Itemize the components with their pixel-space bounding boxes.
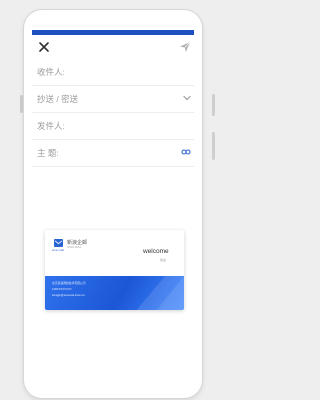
signature-card: 新浪企邮 SINA MAIL sina mail welcome 欢迎 北京新浪… — [45, 230, 184, 310]
card-info-band: 北京新浪网络技术有限公司 138XXXXXXXX kangjie@sinamai… — [45, 276, 184, 310]
phone-frame: 收件人: 抄送 / 密送 发件人: 主 题: 新浪企邮 SINA MAIL si… — [24, 10, 202, 398]
card-email: kangjie@sinamail.sina.net — [52, 293, 85, 297]
mail-logo-icon — [54, 239, 63, 247]
compose-screen: 收件人: 抄送 / 密送 发件人: 主 题: 新浪企邮 SINA MAIL si… — [32, 30, 194, 390]
card-company: 北京新浪网络技术有限公司 — [52, 281, 86, 285]
cc-bcc-label: 抄送 / 密送 — [37, 94, 79, 104]
card-phone: 138XXXXXXXX — [52, 287, 72, 291]
card-brand-sub: SINA MAIL — [67, 245, 82, 249]
to-label: 收件人: — [37, 67, 65, 77]
card-welcome-sub: 欢迎 — [160, 258, 167, 262]
from-label: 发件人: — [37, 121, 65, 131]
attachment-icon[interactable] — [181, 148, 191, 156]
subject-field[interactable]: 主 题: — [32, 140, 194, 167]
power-button — [212, 132, 215, 160]
to-field[interactable]: 收件人: — [32, 59, 194, 86]
from-field[interactable]: 发件人: — [32, 113, 194, 140]
close-icon[interactable] — [37, 40, 51, 54]
side-button — [20, 95, 23, 113]
card-logo-caption: sina mail — [52, 248, 64, 252]
cc-bcc-field[interactable]: 抄送 / 密送 — [32, 86, 194, 113]
card-welcome: welcome — [143, 248, 169, 255]
compose-toolbar — [32, 35, 194, 59]
band-decoration — [136, 276, 184, 310]
volume-button — [212, 94, 215, 116]
send-icon[interactable] — [179, 41, 191, 53]
subject-label: 主 题: — [37, 148, 59, 158]
chevron-down-icon[interactable] — [182, 94, 192, 102]
